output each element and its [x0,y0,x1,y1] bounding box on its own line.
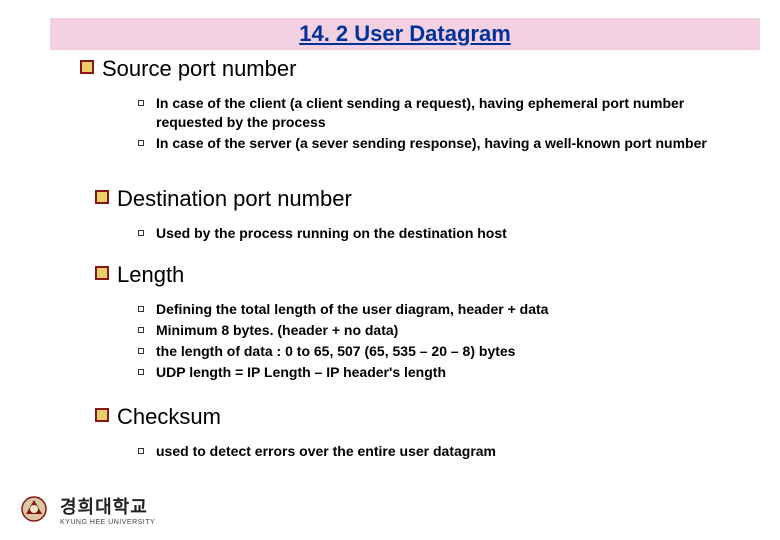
bullet-minor-icon [138,448,144,454]
heading-length: Length [117,262,184,288]
list-text: Minimum 8 bytes. (header + no data) [156,321,398,340]
section-dest: Destination port number [95,186,352,212]
bullet-minor-icon [138,369,144,375]
list-item: Minimum 8 bytes. (header + no data) [138,321,548,340]
list-text: In case of the server (a sever sending r… [156,134,707,153]
bullet-major-icon [80,60,94,74]
list-item: Defining the total length of the user di… [138,300,548,319]
logo-english: KYUNG HEE UNIVERSITY [60,519,155,526]
list-item: In case of the client (a client sending … [138,94,736,132]
list-item: used to detect errors over the entire us… [138,442,496,461]
sublist-checksum: used to detect errors over the entire us… [138,442,496,463]
logo-korean: 경희대학교 [60,497,148,517]
list-text: In case of the client (a client sending … [156,94,736,132]
heading-source: Source port number [102,56,296,82]
bullet-minor-icon [138,327,144,333]
bullet-minor-icon [138,306,144,312]
sublist-source: In case of the client (a client sending … [138,94,736,155]
sublist-dest: Used by the process running on the desti… [138,224,507,245]
title-bar: 14. 2 User Datagram [50,18,760,50]
section-length: Length [95,262,184,288]
heading-checksum: Checksum [117,404,221,430]
bullet-minor-icon [138,100,144,106]
list-text: UDP length = IP Length – IP header's len… [156,363,446,382]
section-checksum: Checksum [95,404,221,430]
section-source: Source port number [80,56,296,82]
bullet-minor-icon [138,348,144,354]
bullet-minor-icon [138,230,144,236]
logo-text-block: 경희대학교 KYUNG HEE UNIVERSITY [60,493,155,526]
list-text: used to detect errors over the entire us… [156,442,496,461]
list-item: the length of data : 0 to 65, 507 (65, 5… [138,342,548,361]
list-text: Defining the total length of the user di… [156,300,548,319]
list-text: Used by the process running on the desti… [156,224,507,243]
heading-dest: Destination port number [117,186,352,212]
list-item: Used by the process running on the desti… [138,224,507,243]
emblem-icon [14,492,54,526]
list-text: the length of data : 0 to 65, 507 (65, 5… [156,342,515,361]
list-item: In case of the server (a sever sending r… [138,134,736,153]
bullet-minor-icon [138,140,144,146]
list-item: UDP length = IP Length – IP header's len… [138,363,548,382]
university-logo: 경희대학교 KYUNG HEE UNIVERSITY [14,492,155,526]
bullet-major-icon [95,190,109,204]
sublist-length: Defining the total length of the user di… [138,300,548,384]
bullet-major-icon [95,408,109,422]
bullet-major-icon [95,266,109,280]
slide-title: 14. 2 User Datagram [299,21,511,47]
